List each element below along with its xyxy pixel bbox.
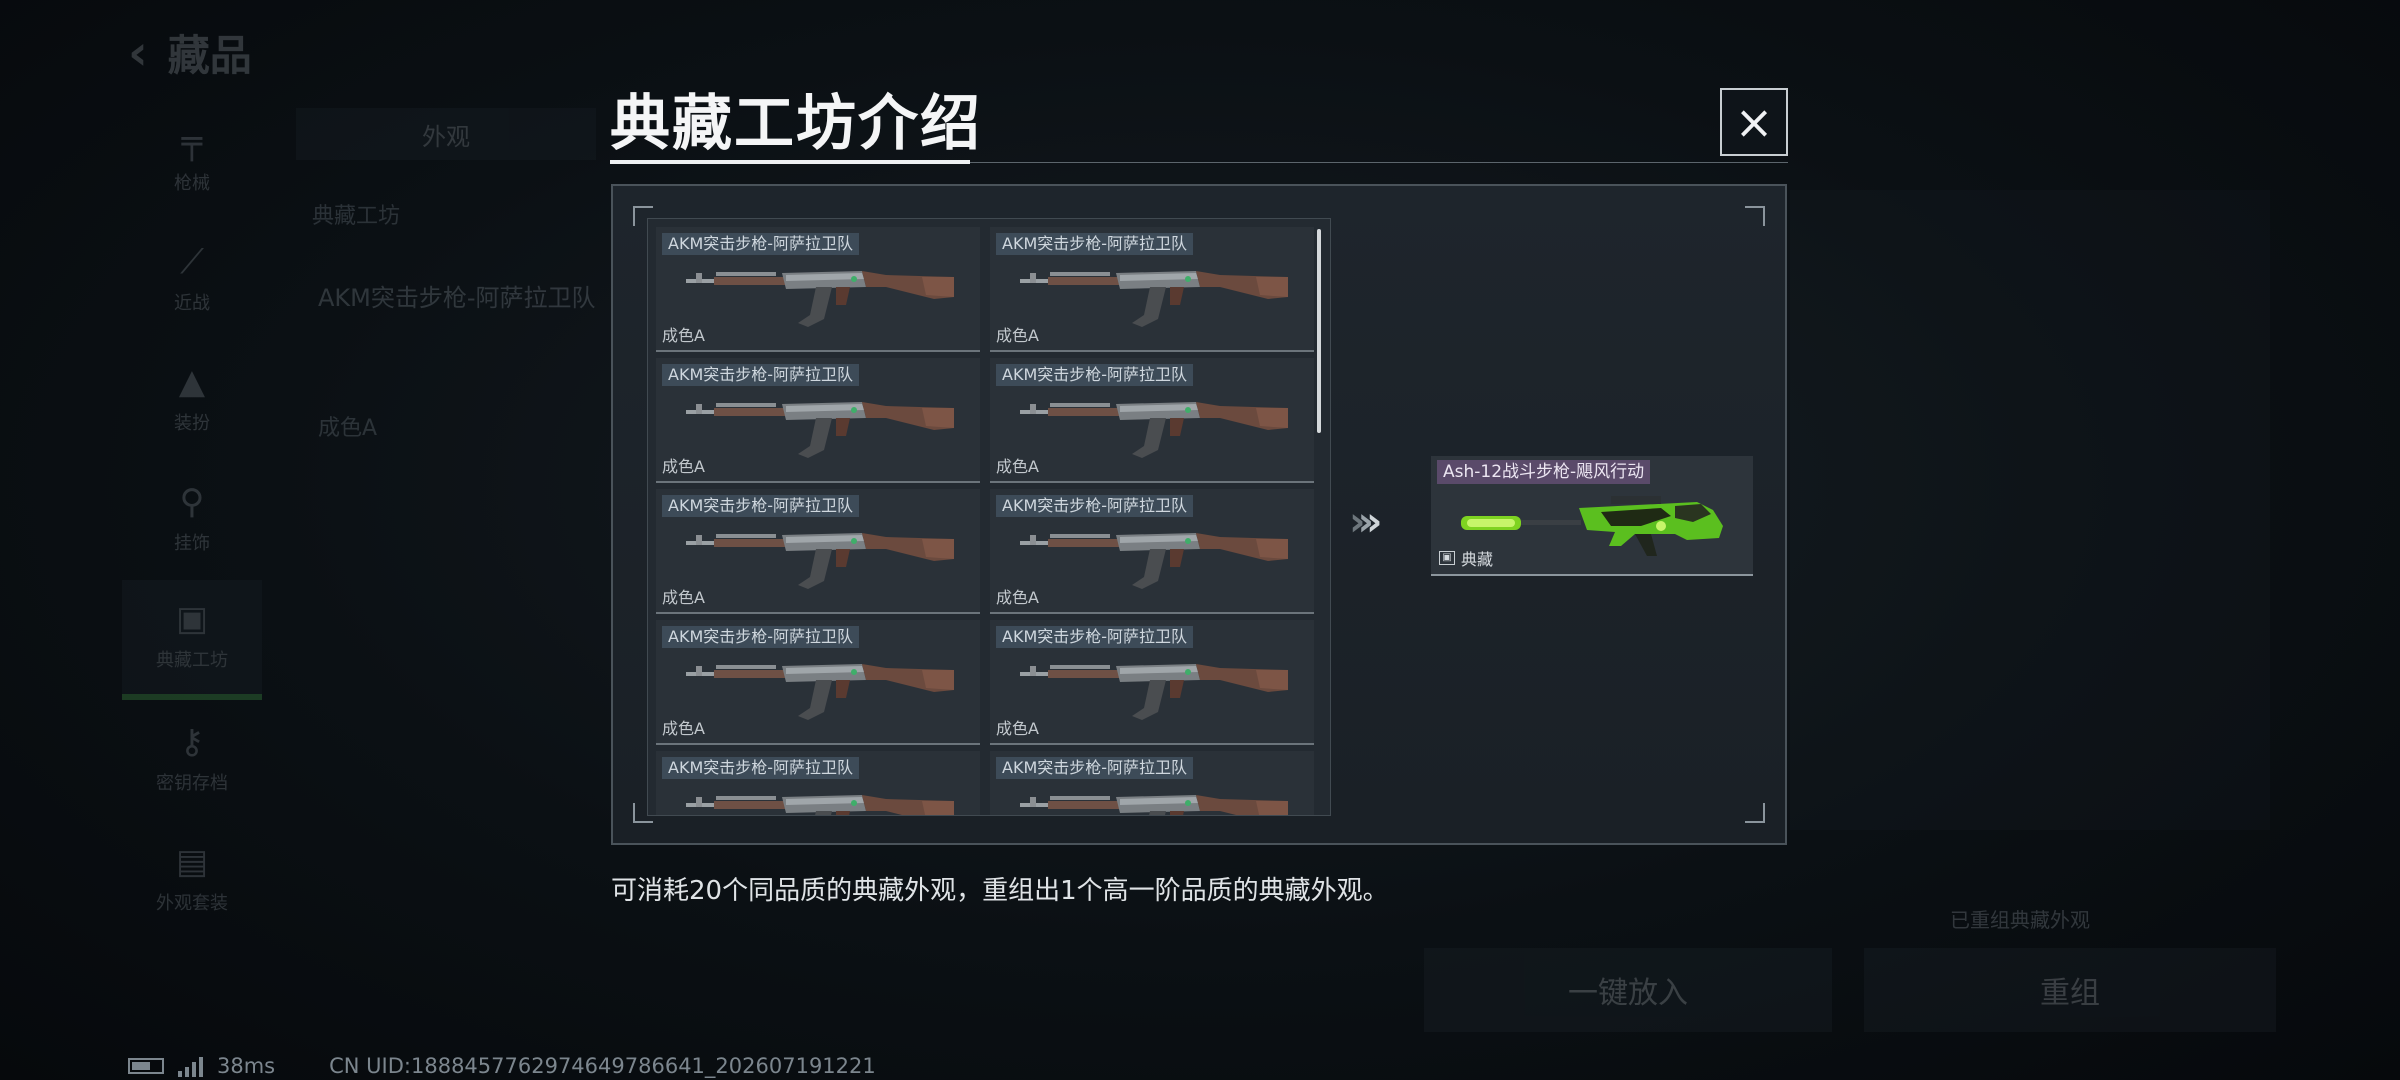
sidebar-item-bag[interactable]: ▤ 外观套装 <box>122 820 262 940</box>
gun-icon: ╤ <box>181 122 203 162</box>
sidebar-item-gun[interactable]: ╤ 枪械 <box>122 100 262 220</box>
bag-icon: ▤ <box>175 842 209 882</box>
skin-name: AKM突击步枪-阿萨拉卫队 <box>996 757 1194 779</box>
sidebar-item-label: 装扮 <box>174 413 210 434</box>
skin-card[interactable]: AKM突击步枪-阿萨拉卫队 <box>656 751 980 815</box>
akm-rifle-image <box>686 795 954 815</box>
akm-rifle-image <box>686 271 954 327</box>
workshop-panel: AKM突击步枪-阿萨拉卫队 成色A AKM突击步枪-阿萨拉卫队 成色A AKM突击步枪-… <box>611 184 1787 845</box>
sidebar-item-label: 外观套装 <box>156 893 228 914</box>
auto-fill-button[interactable]: 一键放入 <box>1424 948 1832 1032</box>
akm-rifle-image <box>1020 664 1288 720</box>
chevron-right-icon: › <box>1365 499 1383 545</box>
sidebar-item-knife[interactable]: ⟋ 近战 <box>122 220 262 340</box>
charm-icon: ⚲ <box>179 482 205 522</box>
player-uid: CN UID:1888457762974649786641_2026071912… <box>329 1054 876 1078</box>
ash12-rifle-image <box>1461 496 1723 556</box>
skin-card[interactable]: AKM突击步枪-阿萨拉卫队 成色A <box>656 620 980 745</box>
akm-rifle-image <box>686 533 954 589</box>
skin-grade: 成色A <box>996 457 1039 476</box>
status-bar: 38ms CN UID:1888457762974649786641_20260… <box>128 1054 876 1078</box>
tab-appearance[interactable]: 外观 <box>296 108 596 160</box>
sidebar-item-label: 挂饰 <box>174 533 210 554</box>
result-skin-name: Ash-12战斗步枪-飓风行动 <box>1437 460 1651 484</box>
skin-grade: 成色A <box>662 719 705 738</box>
corner-bracket <box>1745 206 1765 226</box>
skin-name: AKM突击步枪-阿萨拉卫队 <box>662 495 860 517</box>
sidebar-item-charm[interactable]: ⚲ 挂饰 <box>122 460 262 580</box>
background-item-grade: 成色A <box>318 416 378 441</box>
skin-card[interactable]: AKM突击步枪-阿萨拉卫队 成色A <box>656 358 980 483</box>
skin-grade: 成色A <box>996 588 1039 607</box>
skin-grade: 成色A <box>996 326 1039 345</box>
title-underline <box>610 160 970 164</box>
triple-chevron-right-icon: › › › <box>1349 499 1383 545</box>
skin-name: AKM突击步枪-阿萨拉卫队 <box>996 495 1194 517</box>
akm-rifle-image <box>1020 795 1288 815</box>
sidebar-item-label: 密钥存档 <box>156 773 228 794</box>
skin-grade: 成色A <box>662 588 705 607</box>
skin-card[interactable]: AKM突击步枪-阿萨拉卫队 <box>990 751 1314 815</box>
sidebar-item-hat[interactable]: ▲ 装扮 <box>122 340 262 460</box>
sidebar-item-key[interactable]: ⚷ 密钥存档 <box>122 700 262 820</box>
sidebar-item-workshop[interactable]: ▣ 典藏工坊 <box>122 580 262 700</box>
akm-rifle-image <box>1020 271 1288 327</box>
knife-icon: ⟋ <box>180 242 204 282</box>
input-skins-grid: AKM突击步枪-阿萨拉卫队 成色A AKM突击步枪-阿萨拉卫队 成色A AKM突击步枪-… <box>656 227 1316 815</box>
background-section-label: 典藏工坊 <box>312 204 401 229</box>
skin-name: AKM突击步枪-阿萨拉卫队 <box>996 233 1194 255</box>
back-button[interactable]: ‹ 藏品 <box>128 22 252 83</box>
skin-name: AKM突击步枪-阿萨拉卫队 <box>662 364 860 386</box>
ping-value: 38ms <box>217 1054 276 1078</box>
workshop-icon: ▣ <box>175 599 209 639</box>
akm-rifle-image <box>1020 402 1288 458</box>
skin-card[interactable]: AKM突击步枪-阿萨拉卫队 成色A <box>656 489 980 614</box>
skin-card[interactable]: AKM突击步枪-阿萨拉卫队 成色A <box>990 358 1314 483</box>
skin-card[interactable]: AKM突击步枪-阿萨拉卫队 成色A <box>990 620 1314 745</box>
modal-title: 典藏工坊介绍 <box>610 89 982 159</box>
chevron-left-icon: ‹ <box>128 24 148 81</box>
background-item-name: AKM突击步枪-阿萨拉卫队 <box>318 284 596 312</box>
result-grade: ▣ 典藏 <box>1439 546 1493 570</box>
hat-icon: ▲ <box>178 362 206 402</box>
background-preview-panel <box>1790 190 2270 830</box>
back-label: 藏品 <box>167 31 252 80</box>
signal-icon <box>178 1055 203 1077</box>
result-skin-card[interactable]: Ash-12战斗步枪-飓风行动 ▣ 典藏 <box>1431 456 1753 576</box>
skin-grade: 成色A <box>662 457 705 476</box>
collection-sidebar: ╤ 枪械 ⟋ 近战 ▲ 装扮 ⚲ 挂饰 ▣ 典藏工坊 ⚷ 密钥存档 ▤ 外观套装 <box>122 100 262 940</box>
akm-rifle-image <box>686 664 954 720</box>
skin-card[interactable]: AKM突击步枪-阿萨拉卫队 成色A <box>990 489 1314 614</box>
input-skins-list[interactable]: AKM突击步枪-阿萨拉卫队 成色A AKM突击步枪-阿萨拉卫队 成色A AKM突击步枪-… <box>647 218 1331 816</box>
akm-rifle-image <box>686 402 954 458</box>
scrollbar[interactable] <box>1317 229 1321 433</box>
skin-name: AKM突击步枪-阿萨拉卫队 <box>996 626 1194 648</box>
key-icon: ⚷ <box>179 722 205 762</box>
sidebar-item-label: 枪械 <box>174 173 210 194</box>
skin-name: AKM突击步枪-阿萨拉卫队 <box>996 364 1194 386</box>
workshop-description: 可消耗20个同品质的典藏外观，重组出1个高一阶品质的典藏外观。 <box>611 876 1389 906</box>
result-grade-label: 典藏 <box>1461 550 1494 569</box>
battery-icon <box>128 1058 164 1074</box>
corner-bracket <box>1745 803 1765 823</box>
skin-name: AKM突击步枪-阿萨拉卫队 <box>662 757 860 779</box>
sidebar-item-label: 近战 <box>174 293 210 314</box>
akm-rifle-image <box>1020 533 1288 589</box>
skin-name: AKM突击步枪-阿萨拉卫队 <box>662 626 860 648</box>
recombine-button[interactable]: 重组 <box>1864 948 2276 1032</box>
skin-card[interactable]: AKM突击步枪-阿萨拉卫队 成色A <box>990 227 1314 352</box>
close-icon: × <box>1734 95 1774 149</box>
image-icon: ▣ <box>1439 551 1455 565</box>
sidebar-item-label: 典藏工坊 <box>156 650 228 671</box>
close-button[interactable]: × <box>1720 88 1788 156</box>
background-hint: 已重组典藏外观 <box>1950 908 2090 932</box>
skin-grade: 成色A <box>996 719 1039 738</box>
skin-name: AKM突击步枪-阿萨拉卫队 <box>662 233 860 255</box>
skin-card[interactable]: AKM突击步枪-阿萨拉卫队 成色A <box>656 227 980 352</box>
skin-grade: 成色A <box>662 326 705 345</box>
